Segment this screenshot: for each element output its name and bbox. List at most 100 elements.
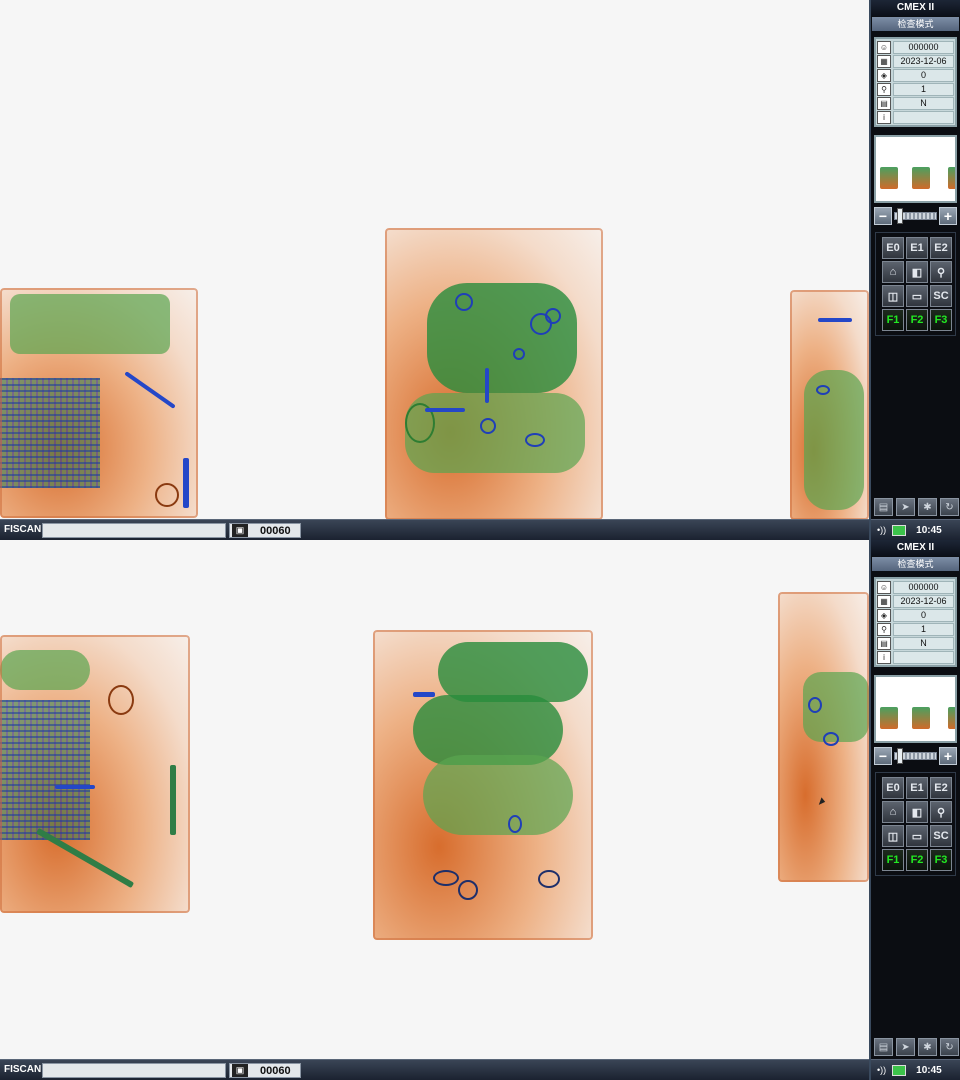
info-row-zoom: ⚲ 1 [877,82,954,96]
e2-button[interactable]: E2 [930,237,952,259]
info-row-date: ▦ 2023-12-06 [877,54,954,68]
split-view-icon[interactable]: ◫ [882,825,904,847]
info-row-operator: ☺ 000000 [877,580,954,594]
half-display-icon[interactable]: ◧ [906,261,928,283]
clock: 10:45 [916,1064,942,1076]
zoom-icon[interactable]: ⚲ [930,261,952,283]
xray-bag-right [778,592,869,882]
info-row-alarm: ▤ N [877,636,954,650]
refresh-icon[interactable]: ↻ [940,1038,959,1056]
zoom-slider[interactable] [894,208,937,224]
calendar-icon: ▦ [877,594,891,608]
xray-bag-left [0,288,198,518]
system-title: CMEX II [871,540,960,556]
info-icon: i [877,650,891,664]
bag-count-value: 00060 [260,1064,291,1077]
xray-bag-right [790,290,869,519]
status-message-field [42,1063,226,1078]
counter-icon: ◈ [877,68,891,82]
f3-button[interactable]: F3 [930,309,952,331]
sc-button[interactable]: SC [930,825,952,847]
status-bar: FISCAN ▣ 00060 [0,519,869,540]
zoom-in-button[interactable]: + [939,747,957,765]
zoom-icon[interactable]: ⚲ [930,801,952,823]
overview-thumbnail[interactable] [874,135,957,203]
e0-button[interactable]: E0 [882,237,904,259]
zoom-slider-handle[interactable] [897,748,903,764]
keyboard-icon[interactable]: ▭ [906,285,928,307]
info-row-counter: ◈ 0 [877,608,954,622]
zoom-out-button[interactable]: − [874,747,892,765]
xray-viewport[interactable] [0,540,869,1059]
zoom-out-button[interactable]: − [874,207,892,225]
magnifier-icon: ⚲ [877,82,891,96]
info-row-counter: ◈ 0 [877,68,954,82]
brand-label: FISCAN [4,1064,42,1075]
document-icon[interactable]: ▤ [874,1038,893,1056]
function-button-grid: E0 E1 E2 ⌂ ◧ ⚲ ◫ ▭ SC F1 F2 F3 [875,772,956,876]
control-sidebar: CMEX II 检查模式 ☺ 000000 ▦ 2023-12-06 ◈ 0 ⚲ 1 ▤… [869,540,960,1080]
document-icon[interactable]: ▤ [874,498,893,516]
bottom-toolbar: ▤ ➤ ✱ ↻ [874,1038,959,1056]
brand-label: FISCAN [4,524,42,535]
bag-count-value: 00060 [260,524,291,537]
zoom-control: − + [874,746,957,766]
e2-button[interactable]: E2 [930,777,952,799]
info-row-alarm: ▤ N [877,96,954,110]
zoom-slider[interactable] [894,748,937,764]
info-row-date: ▦ 2023-12-06 [877,594,954,608]
sc-button[interactable]: SC [930,285,952,307]
refresh-icon[interactable]: ↻ [940,498,959,516]
system-title: CMEX II [871,0,960,16]
f2-button[interactable]: F2 [906,849,928,871]
settings-icon[interactable]: ✱ [918,1038,937,1056]
zoom-slider-handle[interactable] [897,208,903,224]
e1-button[interactable]: E1 [906,237,928,259]
keyboard-icon[interactable]: ▭ [906,825,928,847]
info-row-info: i [877,110,954,124]
split-view-icon[interactable]: ◫ [882,285,904,307]
half-display-icon[interactable]: ◧ [906,801,928,823]
f1-button[interactable]: F1 [882,309,904,331]
operator-icon: ☺ [877,40,891,54]
zoom-control: − + [874,206,957,226]
forward-icon[interactable]: ➤ [896,498,915,516]
xray-viewport[interactable] [0,0,869,519]
info-row-operator: ☺ 000000 [877,40,954,54]
home-icon[interactable]: ⌂ [882,801,904,823]
sidebar-status-bar: •)) 10:45 [871,1059,960,1080]
xray-bag-middle [373,630,593,940]
f1-button[interactable]: F1 [882,849,904,871]
speaker-signal-icon: •)) [877,1065,887,1075]
home-icon[interactable]: ⌂ [882,261,904,283]
mode-label: 检查模式 [872,557,959,571]
e1-button[interactable]: E1 [906,777,928,799]
status-bar: FISCAN ▣ 00060 [0,1059,869,1080]
network-monitor-icon [892,1064,907,1076]
magnifier-icon: ⚲ [877,622,891,636]
bag-counter: ▣ 00060 [229,523,301,538]
f2-button[interactable]: F2 [906,309,928,331]
info-panel: ☺ 000000 ▦ 2023-12-06 ◈ 0 ⚲ 1 ▤ N i [874,37,957,127]
bottom-toolbar: ▤ ➤ ✱ ↻ [874,498,959,516]
clock: 10:45 [916,524,942,536]
zoom-in-button[interactable]: + [939,207,957,225]
f3-button[interactable]: F3 [930,849,952,871]
e0-button[interactable]: E0 [882,777,904,799]
sidebar-status-bar: •)) 10:45 [871,519,960,540]
info-row-zoom: ⚲ 1 [877,622,954,636]
luggage-icon: ▣ [232,1064,248,1077]
overview-thumbnail[interactable] [874,675,957,743]
bag-counter: ▣ 00060 [229,1063,301,1078]
function-button-grid: E0 E1 E2 ⌂ ◧ ⚲ ◫ ▭ SC F1 F2 F3 [875,232,956,336]
settings-icon[interactable]: ✱ [918,498,937,516]
status-message-field [42,523,226,538]
calendar-icon: ▦ [877,54,891,68]
bottom-scan-screen: FISCAN ▣ 00060 CMEX II 检查模式 ☺ 000000 ▦ 202… [0,540,960,1080]
control-sidebar: CMEX II 检查模式 ☺ 000000 ▦ 2023-12-06 ◈ 0 ⚲ 1 ▤… [869,0,960,540]
network-monitor-icon [892,524,907,536]
info-panel: ☺ 000000 ▦ 2023-12-06 ◈ 0 ⚲ 1 ▤ N i [874,577,957,667]
info-row-info: i [877,650,954,664]
forward-icon[interactable]: ➤ [896,1038,915,1056]
xray-bag-middle [385,228,603,519]
